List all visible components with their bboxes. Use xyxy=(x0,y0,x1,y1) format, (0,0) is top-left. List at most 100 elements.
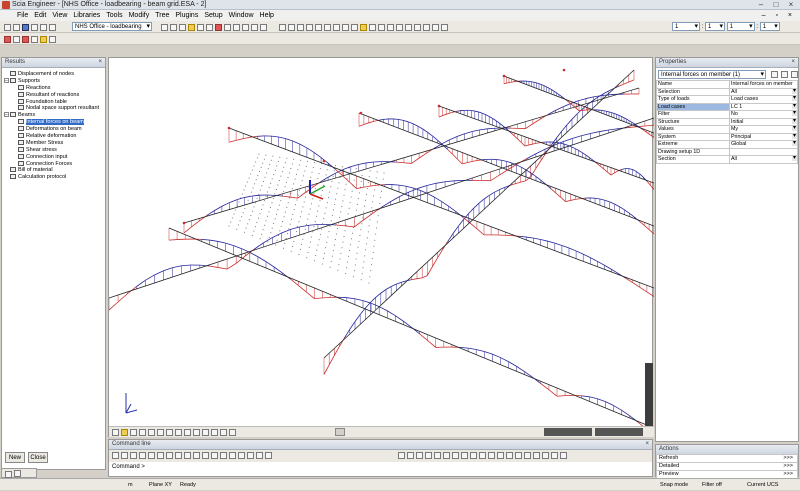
view-tool-3-icon[interactable] xyxy=(130,429,137,436)
tree-item[interactable]: Reactions xyxy=(4,85,105,92)
snap-17-icon[interactable] xyxy=(542,452,549,459)
print-icon[interactable] xyxy=(31,24,38,31)
render-icon[interactable] xyxy=(197,24,204,31)
properties-panel-close-icon[interactable]: × xyxy=(791,58,795,67)
cmd-tool-15-icon[interactable] xyxy=(238,452,245,459)
display-icon[interactable] xyxy=(387,24,394,31)
property-value[interactable]: My xyxy=(730,126,798,134)
tree-item[interactable]: Resultant of reactions xyxy=(4,92,105,99)
view-tool-9-icon[interactable] xyxy=(184,429,191,436)
tree-toggle-icon[interactable]: − xyxy=(4,78,9,83)
snap-3-icon[interactable] xyxy=(416,452,423,459)
tree-tab-icon[interactable] xyxy=(5,471,12,478)
snap-5-icon[interactable] xyxy=(434,452,441,459)
viewport-tab-2[interactable] xyxy=(595,428,643,436)
gallery-icon[interactable] xyxy=(432,24,439,31)
snap-15-icon[interactable] xyxy=(524,452,531,459)
properties-selector[interactable]: Internal forces on member (1) xyxy=(658,70,766,79)
redo-icon[interactable] xyxy=(49,24,56,31)
grid-icon[interactable] xyxy=(233,24,240,31)
cmd-tool-9-icon[interactable] xyxy=(184,452,191,459)
property-value[interactable]: Global xyxy=(730,141,798,149)
cmd-tool-13-icon[interactable] xyxy=(220,452,227,459)
tree-item[interactable]: −Supports xyxy=(4,78,105,85)
layers-tab-icon[interactable] xyxy=(14,470,21,477)
tree-item[interactable]: −Beams xyxy=(4,112,105,119)
tree-item[interactable]: Member Stress xyxy=(4,140,105,147)
snap-18-icon[interactable] xyxy=(551,452,558,459)
layer-icon[interactable] xyxy=(224,24,231,31)
property-value[interactable]: No xyxy=(730,111,798,119)
tree-item[interactable]: Bill of material xyxy=(4,167,105,174)
property-value[interactable]: Internal forces on member xyxy=(730,81,798,89)
undo-icon[interactable] xyxy=(40,24,47,31)
model-viewport[interactable] xyxy=(108,57,653,437)
snap-12-icon[interactable] xyxy=(497,452,504,459)
spin1-input[interactable]: 1 xyxy=(672,22,700,31)
cmd-tool-17-icon[interactable] xyxy=(256,452,263,459)
menu-libraries[interactable]: Libraries xyxy=(70,10,103,21)
property-value[interactable] xyxy=(730,148,798,156)
main-tree-icon[interactable] xyxy=(4,36,11,43)
select-icon[interactable] xyxy=(279,24,286,31)
calc-icon[interactable] xyxy=(441,24,448,31)
snap-2-icon[interactable] xyxy=(407,452,414,459)
maximize-button[interactable]: □ xyxy=(769,0,783,9)
view-front-icon[interactable] xyxy=(170,24,177,31)
tree-toggle-icon[interactable]: − xyxy=(4,112,9,117)
view-tool-11-icon[interactable] xyxy=(202,429,209,436)
status-filter[interactable]: Filter off xyxy=(702,479,722,491)
close-window-button[interactable]: × xyxy=(784,0,798,9)
tree-item[interactable]: Internal forces on beam xyxy=(4,119,105,126)
picture-icon[interactable] xyxy=(423,24,430,31)
cmd-tool-7-icon[interactable] xyxy=(166,452,173,459)
view-tool-10-icon[interactable] xyxy=(193,429,200,436)
snap-7-icon[interactable] xyxy=(452,452,459,459)
menu-file[interactable]: File xyxy=(14,10,31,21)
view-tool-7-icon[interactable] xyxy=(166,429,173,436)
cmd-tool-16-icon[interactable] xyxy=(247,452,254,459)
cmd-tool-5-icon[interactable] xyxy=(148,452,155,459)
loads-icon[interactable] xyxy=(22,36,29,43)
property-value[interactable]: Load cases xyxy=(730,96,798,104)
calculation-icon[interactable] xyxy=(31,36,38,43)
pan-icon[interactable] xyxy=(251,24,258,31)
menu-setup[interactable]: Setup xyxy=(201,10,225,21)
cmd-tool-4-icon[interactable] xyxy=(139,452,146,459)
status-ucs[interactable]: Current UCS xyxy=(747,479,778,491)
tree-item[interactable]: Connection input xyxy=(4,154,105,161)
view-tool-1-icon[interactable] xyxy=(112,429,119,436)
command-line-close-icon[interactable]: × xyxy=(645,440,649,449)
new-button[interactable]: New xyxy=(5,452,25,463)
snap-1-icon[interactable] xyxy=(398,452,405,459)
viewport-hscroll-thumb[interactable] xyxy=(335,428,345,436)
action-arrow[interactable]: >>> xyxy=(783,455,793,462)
action-arrow[interactable]: >>> xyxy=(783,471,793,478)
view-tool-5-icon[interactable] xyxy=(148,429,155,436)
beam-grid-3d-view[interactable] xyxy=(109,58,654,438)
close-button[interactable]: Close xyxy=(28,452,48,463)
zoom-all-icon[interactable] xyxy=(324,24,331,31)
view-tool-12-icon[interactable] xyxy=(211,429,218,436)
snap-13-icon[interactable] xyxy=(506,452,513,459)
dimension-icon[interactable] xyxy=(405,24,412,31)
rotate-icon[interactable] xyxy=(260,24,267,31)
snap-4-icon[interactable] xyxy=(425,452,432,459)
results-panel-close-icon[interactable]: × xyxy=(98,58,102,67)
view-tool-8-icon[interactable] xyxy=(175,429,182,436)
new-file-icon[interactable] xyxy=(4,24,11,31)
project-combo[interactable]: NHS Office - loadbearing xyxy=(72,22,152,31)
save-icon[interactable] xyxy=(22,24,29,31)
cmd-tool-2-icon[interactable] xyxy=(121,452,128,459)
filter-icon[interactable] xyxy=(288,24,295,31)
edit-props-icon[interactable] xyxy=(791,71,798,78)
view-iso-icon[interactable] xyxy=(188,24,195,31)
table-icon[interactable] xyxy=(215,24,222,31)
view-side-icon[interactable] xyxy=(179,24,186,31)
view-top-icon[interactable] xyxy=(161,24,168,31)
wireframe-icon[interactable] xyxy=(206,24,213,31)
cmd-tool-1-icon[interactable] xyxy=(112,452,119,459)
filter-props-icon[interactable] xyxy=(771,71,778,78)
folder-icon[interactable] xyxy=(360,24,367,31)
action-arrow[interactable]: >>> xyxy=(783,463,793,470)
